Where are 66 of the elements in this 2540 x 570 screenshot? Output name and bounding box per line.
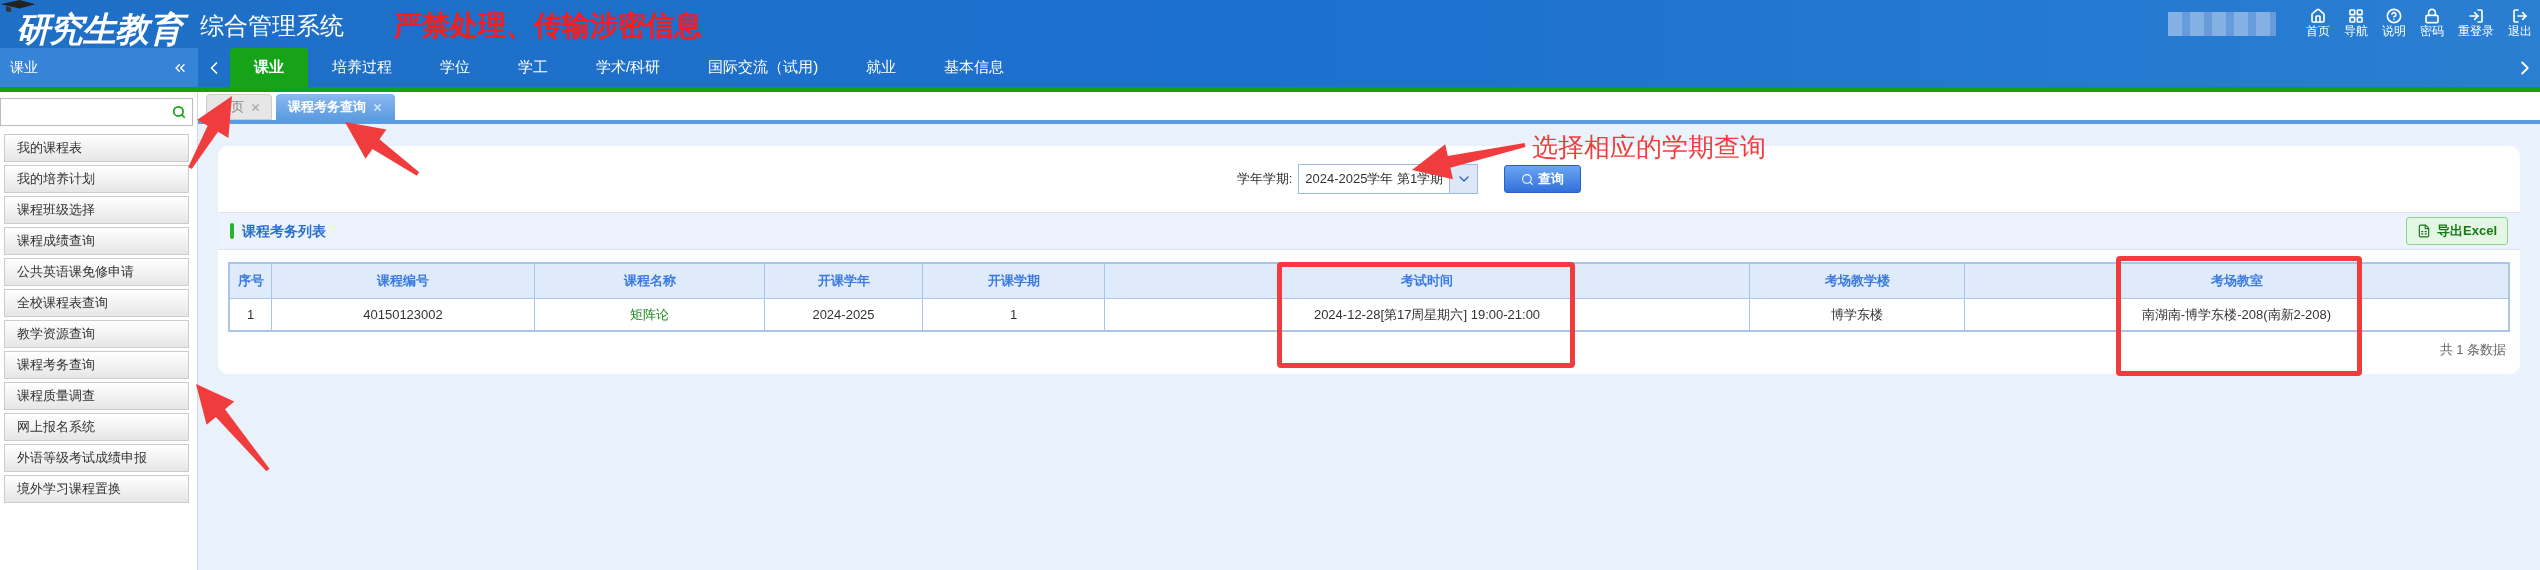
export-excel-button[interactable]: 导出Excel — [2406, 217, 2508, 245]
table-cell-text: 南湖南-博学东楼-208(南新2-208) — [2140, 305, 2333, 324]
help-icon — [2386, 8, 2402, 24]
nav-tab[interactable]: 国际交流（试用) — [684, 48, 843, 87]
sidebar-item[interactable]: 网上报名系统 — [4, 413, 189, 441]
query-button[interactable]: 查询 — [1504, 165, 1582, 193]
sidebar-item[interactable]: 境外学习课程置换 — [4, 475, 189, 503]
search-field[interactable] — [0, 98, 193, 126]
grid-icon — [2348, 8, 2364, 24]
toolbar-button[interactable]: 导航 — [2342, 8, 2370, 38]
record-count: 共 1 条数据 — [2439, 341, 2506, 359]
nav-tab[interactable]: 课业 — [230, 48, 308, 87]
lock-icon — [2424, 8, 2440, 24]
toolbar-button[interactable]: 重登录 — [2456, 8, 2496, 38]
table-cell: 1 — [923, 299, 1105, 330]
spreadsheet-icon — [2417, 224, 2431, 238]
nav-tab[interactable]: 基本信息 — [920, 48, 1029, 87]
column-header: 开课学期 — [923, 264, 1105, 298]
list-title: 课程考务列表 — [242, 221, 326, 241]
sidebar-item[interactable]: 课程质量调查 — [4, 382, 189, 410]
sidebar-item[interactable]: 我的课程表 — [4, 134, 189, 162]
course-link[interactable]: 矩阵论 — [535, 299, 765, 330]
nav-tab[interactable]: 学位 — [416, 48, 494, 87]
sidebar-item[interactable]: 教学资源查询 — [4, 320, 189, 348]
sidebar-item[interactable]: 外语等级考试成绩申报 — [4, 444, 189, 472]
column-header: 考场教学楼 — [1750, 264, 1965, 298]
table-cell: 2024-2025 — [765, 299, 923, 330]
warning-text: 严禁处理、传输涉密信息 — [393, 9, 702, 43]
sidebar-item[interactable]: 课程考务查询 — [4, 351, 189, 379]
sidebar-item[interactable]: 我的培养计划 — [4, 165, 189, 193]
annotation-note: 选择相应的学期查询 — [1532, 131, 1766, 164]
nav-tab[interactable]: 就业 — [842, 48, 921, 87]
system-subtitle: 综合管理系统 — [199, 11, 344, 41]
search-icon — [1521, 172, 1535, 186]
close-icon[interactable] — [372, 101, 383, 113]
nav-tab[interactable]: 培养过程 — [308, 48, 416, 87]
table-cell: 40150123002 — [272, 299, 535, 330]
close-icon[interactable] — [250, 101, 261, 113]
toolbar-button[interactable]: 首页 — [2304, 8, 2332, 38]
table-cell: 2024-12-28[第17周星期六] 19:00-21:00 — [1105, 299, 1750, 330]
search-icon[interactable] — [172, 105, 186, 119]
sidebar-title: 课业 — [10, 58, 38, 77]
filter-label: 学年学期: — [1236, 170, 1293, 189]
table-cell: 1 — [230, 299, 272, 330]
logo-title: 研究生教育 — [14, 12, 190, 46]
toolbar-button[interactable]: 退出 — [2506, 8, 2534, 38]
column-header: 考场教室 — [2209, 272, 2264, 291]
toolbar-button[interactable]: 说明 — [2380, 8, 2408, 38]
list-title-marker — [230, 223, 234, 239]
table-cell: 博学东楼 — [1750, 299, 1965, 330]
nav-tab[interactable]: 学术/科研 — [572, 48, 685, 87]
nav-tab[interactable]: 学工 — [494, 48, 572, 87]
toolbar-button[interactable]: 密码 — [2418, 8, 2446, 38]
column-header: 序号 — [230, 264, 272, 298]
column-header: 开课学年 — [765, 264, 923, 298]
home-icon — [2310, 8, 2326, 24]
graduation-cap-icon — [0, 0, 36, 12]
column-header: 课程名称 — [535, 264, 765, 298]
sidebar-item[interactable]: 课程成绩查询 — [4, 227, 189, 255]
sidebar-item[interactable]: 课程班级选择 — [4, 196, 189, 224]
column-header: 考试时间 — [1105, 264, 1750, 298]
column-header: 课程编号 — [272, 264, 535, 298]
sidebar-item[interactable]: 全校课程表查询 — [4, 289, 189, 317]
sidebar-item[interactable]: 公共英语课免修申请 — [4, 258, 189, 286]
login-icon — [2468, 8, 2484, 24]
logout-icon — [2512, 8, 2528, 24]
